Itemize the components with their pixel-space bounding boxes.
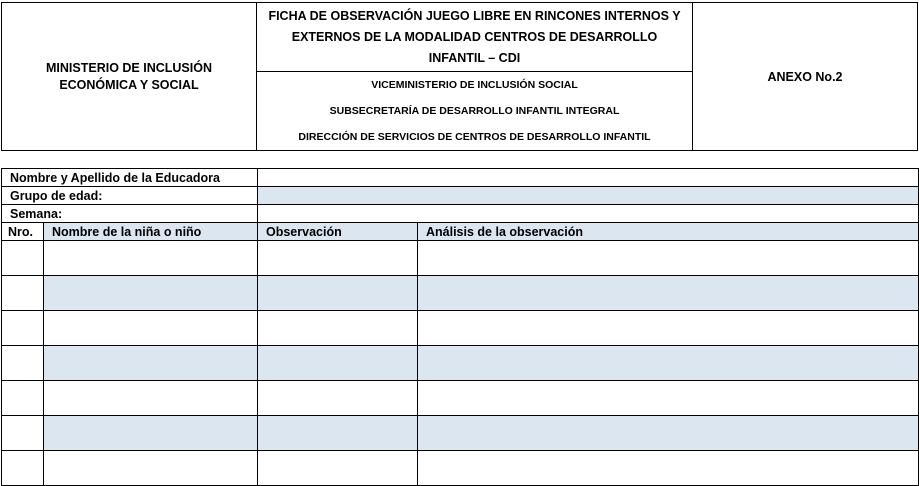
row-number-cell[interactable] bbox=[1, 345, 44, 381]
viceministry-label: VICEMINISTERIO DE INCLUSIÓN SOCIAL bbox=[371, 79, 578, 91]
analysis-cell[interactable] bbox=[417, 415, 919, 451]
document-header: MINISTERIO DE INCLUSIÓN ECONÓMICA Y SOCI… bbox=[1, 2, 918, 151]
child-name-cell[interactable] bbox=[43, 310, 258, 346]
analysis-cell[interactable] bbox=[417, 310, 919, 346]
week-row: Semana: bbox=[1, 204, 919, 223]
table-row bbox=[1, 275, 919, 311]
col-observation-header: Observación bbox=[257, 222, 418, 241]
col-analysis-header: Análisis de la observación bbox=[417, 222, 919, 241]
table-row bbox=[1, 415, 919, 451]
analysis-cell[interactable] bbox=[417, 345, 919, 381]
row-number-cell[interactable] bbox=[1, 310, 44, 346]
observation-cell[interactable] bbox=[257, 345, 418, 381]
educator-row: Nombre y Apellido de la Educadora bbox=[1, 168, 919, 187]
educator-label: Nombre y Apellido de la Educadora bbox=[1, 168, 258, 187]
table-row bbox=[1, 310, 919, 346]
department-block: VICEMINISTERIO DE INCLUSIÓN SOCIAL SUBSE… bbox=[257, 72, 693, 150]
child-name-cell[interactable] bbox=[43, 275, 258, 311]
col-child-name-header: Nombre de la niña o niño bbox=[43, 222, 258, 241]
annex-label: ANEXO No.2 bbox=[767, 69, 843, 84]
ministry-name: MINISTERIO DE INCLUSIÓN ECONÓMICA Y SOCI… bbox=[2, 3, 257, 150]
analysis-cell[interactable] bbox=[417, 380, 919, 416]
table-row bbox=[1, 240, 919, 276]
row-number-cell[interactable] bbox=[1, 450, 44, 486]
observation-cell[interactable] bbox=[257, 415, 418, 451]
week-label: Semana: bbox=[1, 204, 258, 223]
form-title: FICHA DE OBSERVACIÓN JUEGO LIBRE EN RINC… bbox=[257, 3, 693, 72]
row-number-cell[interactable] bbox=[1, 380, 44, 416]
table-row bbox=[1, 345, 919, 381]
child-name-cell[interactable] bbox=[43, 380, 258, 416]
col-number-header: Nro. bbox=[1, 222, 44, 241]
subsecretary-label: SUBSECRETARÍA DE DESARROLLO INFANTIL INT… bbox=[329, 105, 620, 117]
child-name-cell[interactable] bbox=[43, 415, 258, 451]
observation-form: Nombre y Apellido de la Educadora Grupo … bbox=[1, 168, 919, 486]
educator-field[interactable] bbox=[257, 168, 919, 187]
direction-label: DIRECCIÓN DE SERVICIOS DE CENTROS DE DES… bbox=[298, 131, 651, 143]
row-number-cell[interactable] bbox=[1, 240, 44, 276]
age-group-field[interactable] bbox=[257, 186, 919, 205]
age-group-row: Grupo de edad: bbox=[1, 186, 919, 205]
column-header-row: Nro. Nombre de la niña o niño Observació… bbox=[1, 222, 919, 241]
table-row bbox=[1, 450, 919, 486]
analysis-cell[interactable] bbox=[417, 275, 919, 311]
row-number-cell[interactable] bbox=[1, 415, 44, 451]
child-name-cell[interactable] bbox=[43, 345, 258, 381]
analysis-cell[interactable] bbox=[417, 240, 919, 276]
week-field[interactable] bbox=[257, 204, 919, 223]
age-group-label: Grupo de edad: bbox=[1, 186, 258, 205]
observation-cell[interactable] bbox=[257, 310, 418, 346]
child-name-cell[interactable] bbox=[43, 240, 258, 276]
table-row bbox=[1, 380, 919, 416]
child-name-cell[interactable] bbox=[43, 450, 258, 486]
observation-cell[interactable] bbox=[257, 240, 418, 276]
observation-cell[interactable] bbox=[257, 380, 418, 416]
analysis-cell[interactable] bbox=[417, 450, 919, 486]
observation-cell[interactable] bbox=[257, 275, 418, 311]
row-number-cell[interactable] bbox=[1, 275, 44, 311]
observation-cell[interactable] bbox=[257, 450, 418, 486]
